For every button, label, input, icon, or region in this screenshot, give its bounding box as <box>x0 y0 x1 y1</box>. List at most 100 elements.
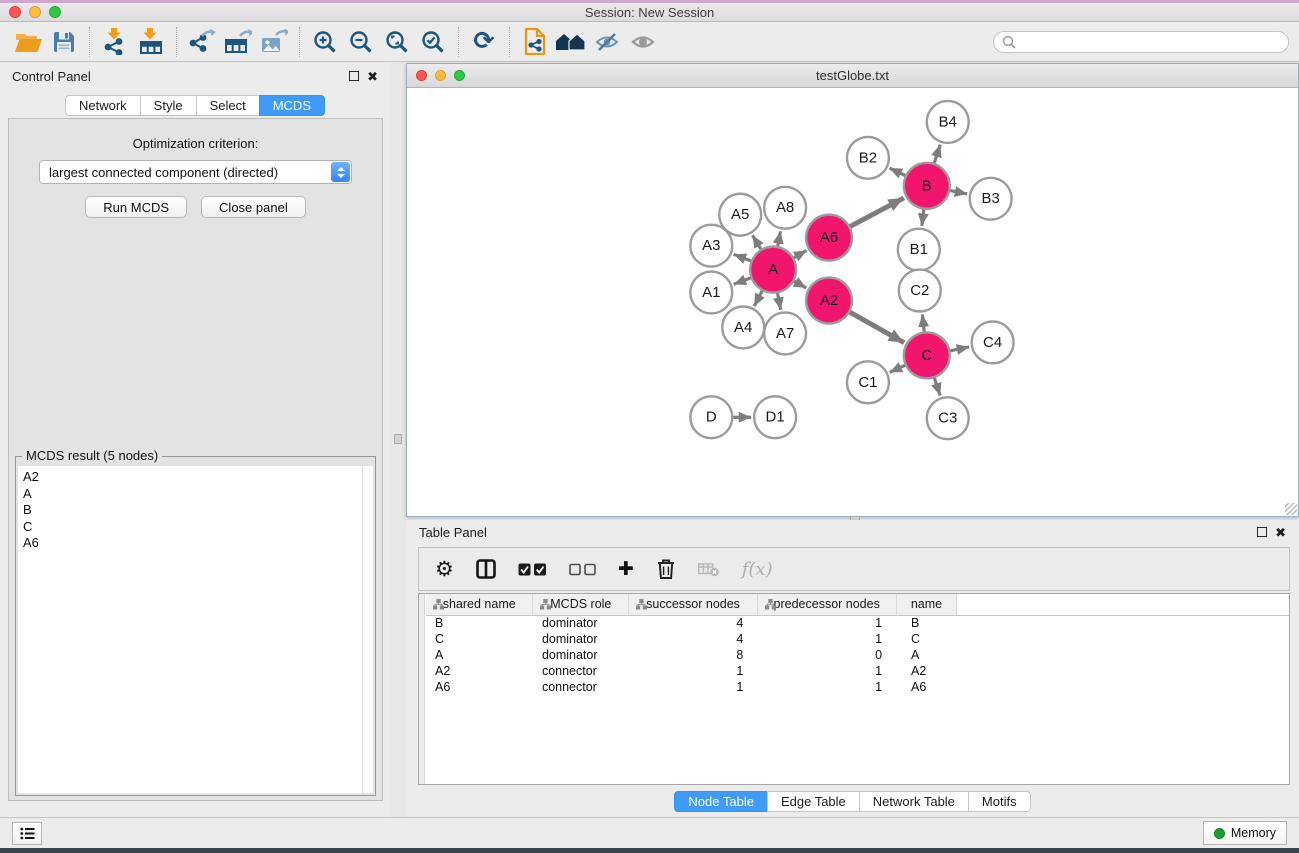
table-cell[interactable]: 1 <box>757 631 896 647</box>
table-cell[interactable]: B <box>896 615 957 631</box>
open-session-icon[interactable] <box>10 26 46 58</box>
splitter-handle[interactable] <box>394 434 402 444</box>
import-network-icon[interactable] <box>97 26 133 58</box>
table-cell[interactable]: 4 <box>629 615 758 631</box>
graph-node-B2[interactable]: B2 <box>847 137 889 179</box>
run-mcds-button[interactable]: Run MCDS <box>85 196 187 218</box>
column-header-name[interactable]: name <box>896 594 957 615</box>
table-cell[interactable]: C <box>896 631 957 647</box>
column-header-successor-nodes[interactable]: successor nodes <box>629 594 758 615</box>
table-cell[interactable]: 4 <box>629 631 758 647</box>
graph-node-A7[interactable]: A7 <box>764 312 806 354</box>
graph-node-A1[interactable]: A1 <box>690 272 732 314</box>
graph-edge-C-C4[interactable] <box>950 347 969 351</box>
select-all-icon[interactable] <box>518 562 547 577</box>
graph-node-A6[interactable]: A6 <box>806 215 852 261</box>
graph-edge-B-B4[interactable] <box>934 145 940 163</box>
graph-node-A4[interactable]: A4 <box>722 306 764 348</box>
close-panel-icon[interactable]: ✖ <box>1275 526 1286 539</box>
graph-node-C1[interactable]: C1 <box>847 361 889 403</box>
search-field[interactable] <box>993 31 1289 53</box>
refresh-layout-icon[interactable]: ⟳ <box>466 26 502 58</box>
table-cell[interactable]: A2 <box>896 663 957 679</box>
window-resize-grip[interactable] <box>1285 503 1297 515</box>
graph-edge-A2-C[interactable] <box>850 312 904 343</box>
graph-node-D[interactable]: D <box>690 396 732 438</box>
close-window-button[interactable] <box>9 6 21 18</box>
close-panel-icon[interactable]: ✖ <box>367 70 378 83</box>
tab-edge-table[interactable]: Edge Table <box>767 791 860 812</box>
deselect-all-icon[interactable] <box>569 563 596 576</box>
graph-node-C[interactable]: C <box>904 332 950 378</box>
zoom-fit-icon[interactable] <box>379 26 415 58</box>
result-list-item[interactable]: A6 <box>23 535 357 552</box>
graph-edge-A-A6[interactable] <box>794 251 807 258</box>
tab-select[interactable]: Select <box>196 95 260 116</box>
graph-edge-B-B3[interactable] <box>950 191 967 194</box>
table-cell[interactable]: connector <box>533 679 629 695</box>
zoom-out-icon[interactable] <box>343 26 379 58</box>
table-cell[interactable]: dominator <box>533 631 629 647</box>
table-cell[interactable]: dominator <box>533 647 629 663</box>
table-cell[interactable]: 1 <box>629 679 758 695</box>
table-row[interactable]: Cdominator41C <box>426 631 1289 647</box>
graph-edge-A-A5[interactable] <box>752 235 760 249</box>
task-history-button[interactable] <box>12 822 42 845</box>
tab-mcds[interactable]: MCDS <box>259 95 325 116</box>
table-cell[interactable]: 1 <box>629 663 758 679</box>
graph-node-A8[interactable]: A8 <box>764 187 806 229</box>
minimize-network-window-button[interactable] <box>435 70 446 81</box>
memory-button[interactable]: Memory <box>1203 821 1287 845</box>
graph-edge-B-B1[interactable] <box>922 210 924 226</box>
graph-node-B3[interactable]: B3 <box>970 178 1012 220</box>
graph-node-A2[interactable]: A2 <box>806 278 852 324</box>
graph-node-B[interactable]: B <box>904 163 950 209</box>
export-image-icon[interactable] <box>256 26 292 58</box>
save-session-icon[interactable] <box>46 26 82 58</box>
show-graphics-icon[interactable] <box>625 26 661 58</box>
graph-edge-C-C1[interactable] <box>890 365 905 372</box>
zoom-network-window-button[interactable] <box>454 70 465 81</box>
network-window-titlebar[interactable]: testGlobe.txt <box>407 64 1298 88</box>
graph-edge-A6-B[interactable] <box>850 198 904 227</box>
minimize-window-button[interactable] <box>29 6 41 18</box>
table-cell[interactable]: B <box>426 615 533 631</box>
tab-network[interactable]: Network <box>65 95 141 116</box>
graph-edge-A-A1[interactable] <box>734 278 751 284</box>
graph-node-C4[interactable]: C4 <box>972 321 1014 363</box>
graph-node-B4[interactable]: B4 <box>927 101 969 143</box>
export-table-icon[interactable] <box>220 26 256 58</box>
table-cell[interactable]: A6 <box>426 679 533 695</box>
graph-edge-C-C2[interactable] <box>922 314 924 331</box>
graph-edge-A-A2[interactable] <box>794 281 806 288</box>
zoom-window-button[interactable] <box>49 6 61 18</box>
graph-edge-A-A8[interactable] <box>778 231 781 246</box>
result-list-item[interactable]: C <box>23 519 357 536</box>
table-row[interactable]: A6connector11A6 <box>426 679 1289 695</box>
network-canvas[interactable]: B4B2BB3B1A5A8A6A3AA1A2C2A4A7C4CC1C3DD1 <box>407 89 1298 516</box>
graph-node-C2[interactable]: C2 <box>899 270 941 312</box>
table-cell[interactable]: connector <box>533 663 629 679</box>
table-cell[interactable]: 8 <box>629 647 758 663</box>
network-file-icon[interactable] <box>517 26 553 58</box>
tab-network-table[interactable]: Network Table <box>859 791 969 812</box>
table-cell[interactable]: dominator <box>533 615 629 631</box>
tab-motifs[interactable]: Motifs <box>968 791 1031 812</box>
network-graph[interactable]: B4B2BB3B1A5A8A6A3AA1A2C2A4A7C4CC1C3DD1 <box>407 89 1298 516</box>
table-row[interactable]: A2connector11A2 <box>426 663 1289 679</box>
table-cell[interactable]: A <box>426 647 533 663</box>
close-network-window-button[interactable] <box>416 70 427 81</box>
table-settings-icon[interactable]: ⚙ <box>435 559 454 580</box>
graph-edge-A-A7[interactable] <box>778 293 781 310</box>
column-visibility-icon[interactable] <box>476 559 496 579</box>
float-panel-icon[interactable] <box>349 71 359 81</box>
table-cell[interactable]: A6 <box>896 679 957 695</box>
graph-node-D1[interactable]: D1 <box>754 396 796 438</box>
export-network-icon[interactable] <box>184 26 220 58</box>
graph-node-A3[interactable]: A3 <box>690 225 732 267</box>
table-cell[interactable]: 0 <box>757 647 896 663</box>
graph-edge-C-C3[interactable] <box>934 378 940 395</box>
graph-nodes[interactable]: B4B2BB3B1A5A8A6A3AA1A2C2A4A7C4CC1C3DD1 <box>690 101 1013 439</box>
graph-edge-B-B2[interactable] <box>890 168 906 175</box>
cybrowser-home-icon[interactable] <box>553 26 589 58</box>
